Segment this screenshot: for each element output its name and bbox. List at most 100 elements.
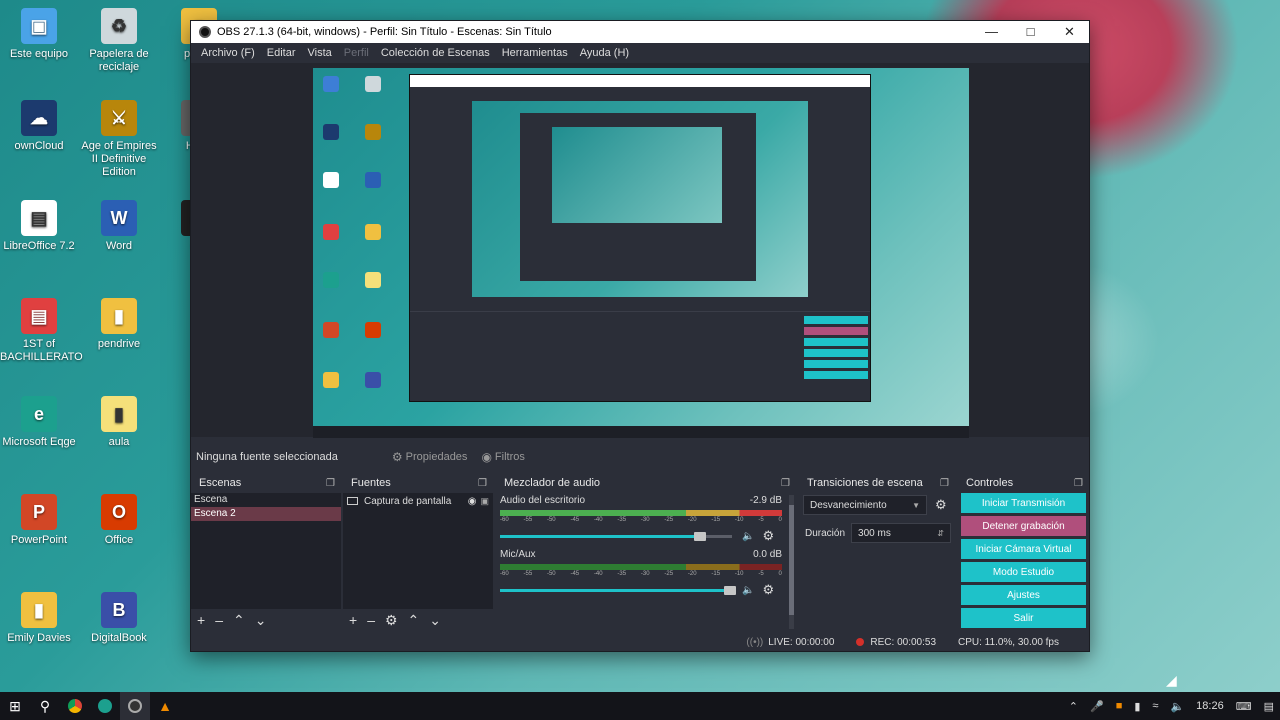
eye-icon[interactable]: ◉ [468, 496, 477, 507]
preview-desktop-icon [365, 272, 381, 288]
menu-editar[interactable]: Editar [261, 47, 302, 59]
volume-icon[interactable]: 🔈 [1170, 700, 1184, 713]
desktop-icon[interactable]: ▮ Emily Davies [0, 592, 78, 645]
volume-slider[interactable] [500, 585, 736, 595]
stop-recording-button[interactable]: Detener grabación [961, 516, 1086, 536]
system-tray: ⌃ 🎤 ■ ▮ ≈ 🔈 18:26 ⌨ ▤ [1063, 692, 1280, 720]
gear-icon[interactable]: ⚙ [762, 528, 774, 544]
keyboard-icon[interactable]: ⌨ [1236, 700, 1252, 713]
meter-tick-label: -50 [546, 571, 556, 577]
desktop-icon[interactable]: ▮ pendrive [80, 298, 158, 351]
edge-icon[interactable] [90, 692, 120, 720]
add-scene-button[interactable]: + [197, 612, 205, 628]
source-label: Captura de pantalla [364, 495, 452, 507]
obs-taskbar-icon[interactable] [120, 692, 150, 720]
source-settings-button[interactable]: ⚙ [385, 612, 398, 629]
desktop-icon[interactable]: ▮ aula [80, 396, 158, 449]
desktop-icon[interactable]: ☁ ownCloud [0, 100, 78, 153]
preview-canvas[interactable] [313, 68, 969, 438]
speaker-icon[interactable]: 🔈 [742, 531, 754, 542]
filter-icon: ◉ [481, 450, 492, 464]
app-tray-icon[interactable]: ■ [1116, 700, 1123, 712]
menu-perfil[interactable]: Perfil [338, 47, 375, 59]
chrome-icon[interactable] [60, 692, 90, 720]
remove-scene-button[interactable]: – [215, 612, 223, 628]
duration-spinbox[interactable]: 300 ms ⇵ [851, 523, 951, 543]
properties-button[interactable]: ⚙ Propiedades [392, 450, 468, 464]
settings-button[interactable]: Ajustes [961, 585, 1086, 605]
gear-icon: ⚙ [391, 450, 403, 464]
start-streaming-button[interactable]: Iniciar Transmisión [961, 493, 1086, 513]
maximize-button[interactable]: □ [1011, 21, 1050, 43]
desktop-icon[interactable]: P PowerPoint [0, 494, 78, 547]
channel-name: Mic/Aux [500, 549, 536, 560]
vlc-icon[interactable]: ▲ [150, 692, 180, 720]
preview-desktop-icon [323, 322, 339, 338]
gear-icon[interactable]: ⚙ [935, 497, 947, 513]
gear-icon[interactable]: ⚙ [762, 582, 774, 598]
close-button[interactable]: ✕ [1050, 21, 1089, 43]
rec-status: REC: 00:00:53 [856, 637, 936, 648]
undock-icon[interactable]: ❐ [478, 478, 487, 489]
broadcast-icon: ((•)) [746, 636, 764, 648]
desktop-icon[interactable]: ▤ 1ST of BACHILLERATO [0, 298, 83, 364]
move-down-button[interactable]: ⌄ [255, 612, 267, 629]
meter-tick-label: -50 [546, 517, 556, 523]
chevron-down-icon: ▼ [912, 500, 920, 510]
menu-vista[interactable]: Vista [302, 47, 338, 59]
filters-button[interactable]: ◉ Filtros [481, 450, 524, 464]
desktop-icon[interactable]: B DigitalBook [80, 592, 158, 645]
mixer-scrollbar[interactable] [789, 495, 794, 629]
speaker-icon[interactable]: 🔈 [742, 585, 754, 596]
scene-item[interactable]: Escena [191, 493, 341, 507]
add-source-button[interactable]: + [349, 612, 357, 628]
meter-tick-label: -15 [711, 571, 721, 577]
taskbar: ⊞ ⚲ ▲ ⌃ 🎤 ■ ▮ ≈ 🔈 18:26 ⌨ ▤ [0, 692, 1280, 720]
wifi-icon[interactable]: ≈ [1152, 700, 1158, 712]
desktop-icon[interactable]: ▣ Este equipo [0, 8, 78, 61]
move-up-button[interactable]: ⌃ [233, 612, 245, 629]
desktop-icon[interactable]: ⚔ Age of Empires II Definitive Edition [80, 100, 158, 179]
desktop-icon-label: Microsoft Eqge [2, 436, 76, 448]
source-item[interactable]: Captura de pantalla ◉ ▣ [343, 493, 493, 509]
desktop-icon[interactable]: O Office [80, 494, 158, 547]
desktop-icon[interactable]: ▤ LibreOffice 7.2 [0, 200, 78, 253]
undock-icon[interactable]: ❐ [781, 478, 790, 489]
search-icon[interactable]: ⚲ [30, 692, 60, 720]
meter-tick-label: -45 [570, 571, 580, 577]
chevron-up-icon[interactable]: ⌃ [1069, 700, 1078, 713]
undock-icon[interactable]: ❐ [940, 478, 949, 489]
title-bar: OBS 27.1.3 (64-bit, windows) - Perfil: S… [191, 21, 1089, 43]
notifications-icon[interactable]: ▤ [1264, 700, 1274, 713]
studio-mode-button[interactable]: Modo Estudio [961, 562, 1086, 582]
volume-slider[interactable] [500, 531, 732, 541]
exit-button[interactable]: Salir [961, 608, 1086, 628]
transition-select[interactable]: Desvanecimiento ▼ [803, 495, 927, 515]
menu-coleccion-escenas[interactable]: Colección de Escenas [375, 47, 496, 59]
battery-icon[interactable]: ▮ [1134, 700, 1140, 713]
meter-tick-label: -35 [617, 517, 627, 523]
mouse-cursor-icon: ◢ [1166, 672, 1177, 688]
undock-icon[interactable]: ❐ [326, 478, 335, 489]
menu-ayuda[interactable]: Ayuda (H) [574, 47, 635, 59]
status-bar: ((•)) LIVE: 00:00:00 REC: 00:00:53 CPU: … [191, 633, 1089, 651]
start-button[interactable]: ⊞ [0, 692, 30, 720]
desktop-icon-label: pendrive [97, 338, 141, 350]
microphone-icon[interactable]: 🎤 [1090, 700, 1104, 713]
menu-herramientas[interactable]: Herramientas [496, 47, 574, 59]
desktop-icon[interactable]: W Word [80, 200, 158, 253]
clock[interactable]: 18:26 [1196, 700, 1224, 712]
meter-tick-label: -5 [758, 517, 764, 523]
scene-item-selected[interactable]: Escena 2 [191, 507, 341, 521]
remove-source-button[interactable]: – [367, 612, 375, 628]
undock-icon[interactable]: ❐ [1074, 478, 1083, 489]
lock-icon[interactable]: ▣ [480, 496, 489, 507]
menu-archivo[interactable]: Archivo (F) [195, 47, 261, 59]
desktop-icon[interactable]: e Microsoft Eqge [0, 396, 78, 449]
preview-desktop-icon [365, 172, 381, 188]
move-up-button[interactable]: ⌃ [408, 612, 420, 629]
desktop-icon[interactable]: ♻ Papelera de reciclaje [80, 8, 158, 74]
start-virtual-camera-button[interactable]: Iniciar Cámara Virtual [961, 539, 1086, 559]
move-down-button[interactable]: ⌄ [429, 612, 441, 629]
minimize-button[interactable]: — [972, 21, 1011, 43]
